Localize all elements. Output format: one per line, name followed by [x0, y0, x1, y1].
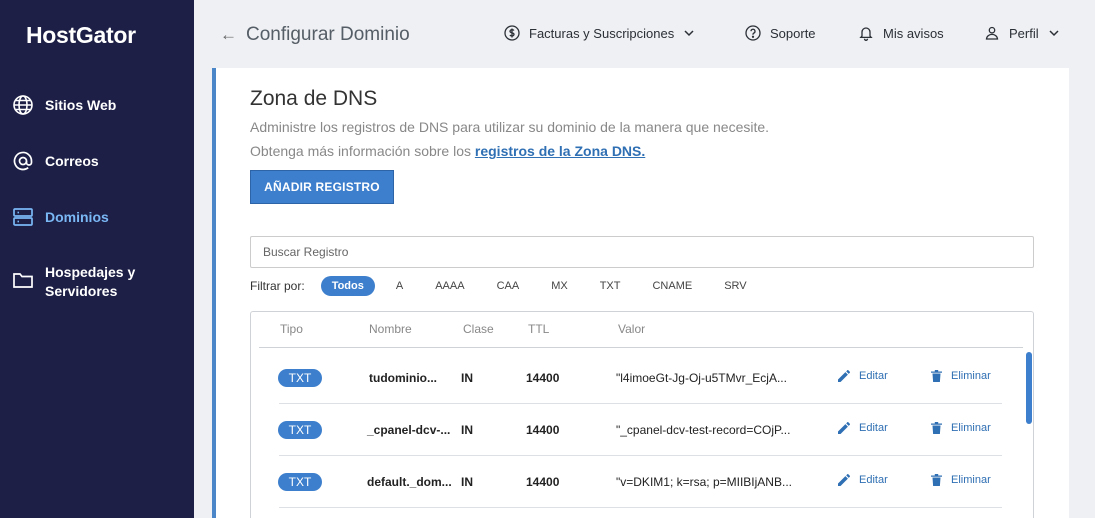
back-link[interactable]: ← Configurar Dominio: [220, 24, 410, 46]
add-record-button[interactable]: AÑADIR REGISTRO: [250, 170, 394, 204]
filter-chip-todos[interactable]: Todos: [320, 276, 375, 296]
sidebar-item-label: Dominios: [45, 209, 109, 225]
sidebar-item-label: Sitios Web: [45, 97, 117, 113]
globe-icon: [13, 95, 33, 115]
edit-label: Editar: [859, 370, 888, 382]
sidebar-item-label: Correos: [45, 153, 99, 169]
delete-label: Eliminar: [951, 474, 991, 486]
column-header-tipo: Tipo: [280, 322, 303, 336]
filter-label: Filtrar por:: [250, 279, 305, 293]
delete-button[interactable]: Eliminar: [931, 422, 991, 434]
column-header-ttl: TTL: [528, 322, 550, 336]
user-icon: [985, 26, 999, 40]
support-link[interactable]: Soporte: [745, 25, 816, 41]
record-class: IN: [461, 475, 473, 489]
sidebar-item-dominios[interactable]: Dominios: [0, 206, 194, 228]
record-name: tudominio...: [369, 371, 437, 385]
record-class: IN: [461, 371, 473, 385]
delete-label: Eliminar: [951, 370, 991, 382]
filter-chip-txt[interactable]: TXT: [589, 276, 632, 296]
notices-link[interactable]: Mis avisos: [858, 25, 944, 41]
sidebar: HostGator Sitios Web Correos Dominios Ho…: [0, 0, 194, 518]
record-type-badge: TXT: [278, 369, 322, 387]
edit-label: Editar: [859, 474, 888, 486]
search-record-input[interactable]: [250, 236, 1034, 268]
delete-label: Eliminar: [951, 422, 991, 434]
section-description: Administre los registros de DNS para uti…: [250, 119, 770, 135]
notices-label: Mis avisos: [883, 25, 944, 41]
arrow-left-icon: ←: [220, 25, 237, 44]
sidebar-item-correos[interactable]: Correos: [0, 150, 194, 172]
invoices-label: Facturas y Suscripciones: [529, 25, 675, 41]
filter-chip-mx[interactable]: MX: [540, 276, 579, 296]
filter-chip-cname[interactable]: CNAME: [641, 276, 703, 296]
table-scrollbar[interactable]: [1026, 352, 1032, 424]
sidebar-item-hospedajes[interactable]: Hospedajes y Servidores: [0, 261, 194, 301]
edit-button[interactable]: Editar: [838, 422, 888, 434]
dns-records-link[interactable]: registros de la Zona DNS.: [475, 143, 645, 159]
sidebar-item-sitios-web[interactable]: Sitios Web: [0, 94, 194, 116]
bell-icon: [859, 27, 873, 41]
trash-icon: [931, 474, 942, 486]
page-title: Configurar Dominio: [246, 24, 410, 45]
folder-icon: [13, 273, 33, 288]
filter-chip-aaaa[interactable]: AAAA: [424, 276, 475, 296]
top-header: ← Configurar Dominio Facturas y Suscripc…: [194, 0, 1095, 68]
delete-button[interactable]: Eliminar: [931, 370, 991, 382]
hostgator-logo[interactable]: HostGator: [26, 22, 136, 49]
invoices-menu[interactable]: Facturas y Suscripciones: [504, 25, 694, 41]
record-value: "v=DKIM1; k=rsa; p=MIIBIjANB...: [616, 475, 792, 489]
record-ttl: 14400: [526, 371, 560, 385]
delete-button[interactable]: Eliminar: [931, 474, 991, 486]
record-type-badge: TXT: [278, 473, 322, 491]
record-name: _cpanel-dcv-...: [367, 423, 451, 437]
pencil-icon: [838, 422, 850, 434]
table-row: TXT default._dom... IN 14400 "v=DKIM1; k…: [251, 456, 1033, 508]
section-title: Zona de DNS: [250, 87, 378, 110]
column-header-valor: Valor: [618, 322, 646, 336]
dollar-circle-icon: [504, 25, 520, 41]
column-header-clase: Clase: [463, 322, 494, 336]
dns-records-table: Tipo Nombre Clase TTL Valor TXT tudomini…: [250, 311, 1034, 518]
info-prefix: Obtenga más información sobre los: [250, 143, 475, 159]
record-value: "l4imoeGt-Jg-Oj-u5TMvr_EcjA...: [616, 371, 787, 385]
dns-zone-card: Zona de DNS Administre los registros de …: [212, 68, 1069, 518]
table-row: TXT _cpanel-dcv-... IN 14400 "_cpanel-dc…: [251, 404, 1033, 456]
help-circle-icon: [745, 25, 761, 41]
filter-bar: Filtrar por: Todos A AAAA CAA MX TXT CNA…: [250, 276, 768, 296]
record-ttl: 14400: [526, 475, 560, 489]
table-row: TXT tudominio... IN 14400 "l4imoeGt-Jg-O…: [251, 352, 1033, 404]
edit-button[interactable]: Editar: [838, 370, 888, 382]
server-icon: [13, 208, 33, 226]
filter-chip-caa[interactable]: CAA: [486, 276, 531, 296]
record-ttl: 14400: [526, 423, 560, 437]
record-value: "_cpanel-dcv-test-record=COjP...: [616, 423, 791, 437]
filter-chip-a[interactable]: A: [385, 276, 414, 296]
profile-menu[interactable]: Perfil: [984, 25, 1059, 41]
filter-chip-srv[interactable]: SRV: [713, 276, 757, 296]
record-type-badge: TXT: [278, 421, 322, 439]
edit-button[interactable]: Editar: [838, 474, 888, 486]
record-name: default._dom...: [367, 475, 452, 489]
trash-icon: [931, 370, 942, 382]
sidebar-item-label: Hospedajes y Servidores: [45, 264, 136, 299]
row-divider: [279, 507, 1002, 508]
info-text: Obtenga más información sobre los regist…: [250, 143, 645, 159]
profile-label: Perfil: [1009, 25, 1039, 41]
chevron-down-icon: [684, 29, 694, 36]
at-icon: [13, 151, 33, 171]
chevron-down-icon: [1049, 29, 1059, 36]
record-class: IN: [461, 423, 473, 437]
trash-icon: [931, 422, 942, 434]
edit-label: Editar: [859, 422, 888, 434]
pencil-icon: [838, 370, 850, 382]
support-label: Soporte: [770, 25, 816, 41]
header-divider: [259, 347, 1023, 348]
column-header-nombre: Nombre: [369, 322, 412, 336]
pencil-icon: [838, 474, 850, 486]
